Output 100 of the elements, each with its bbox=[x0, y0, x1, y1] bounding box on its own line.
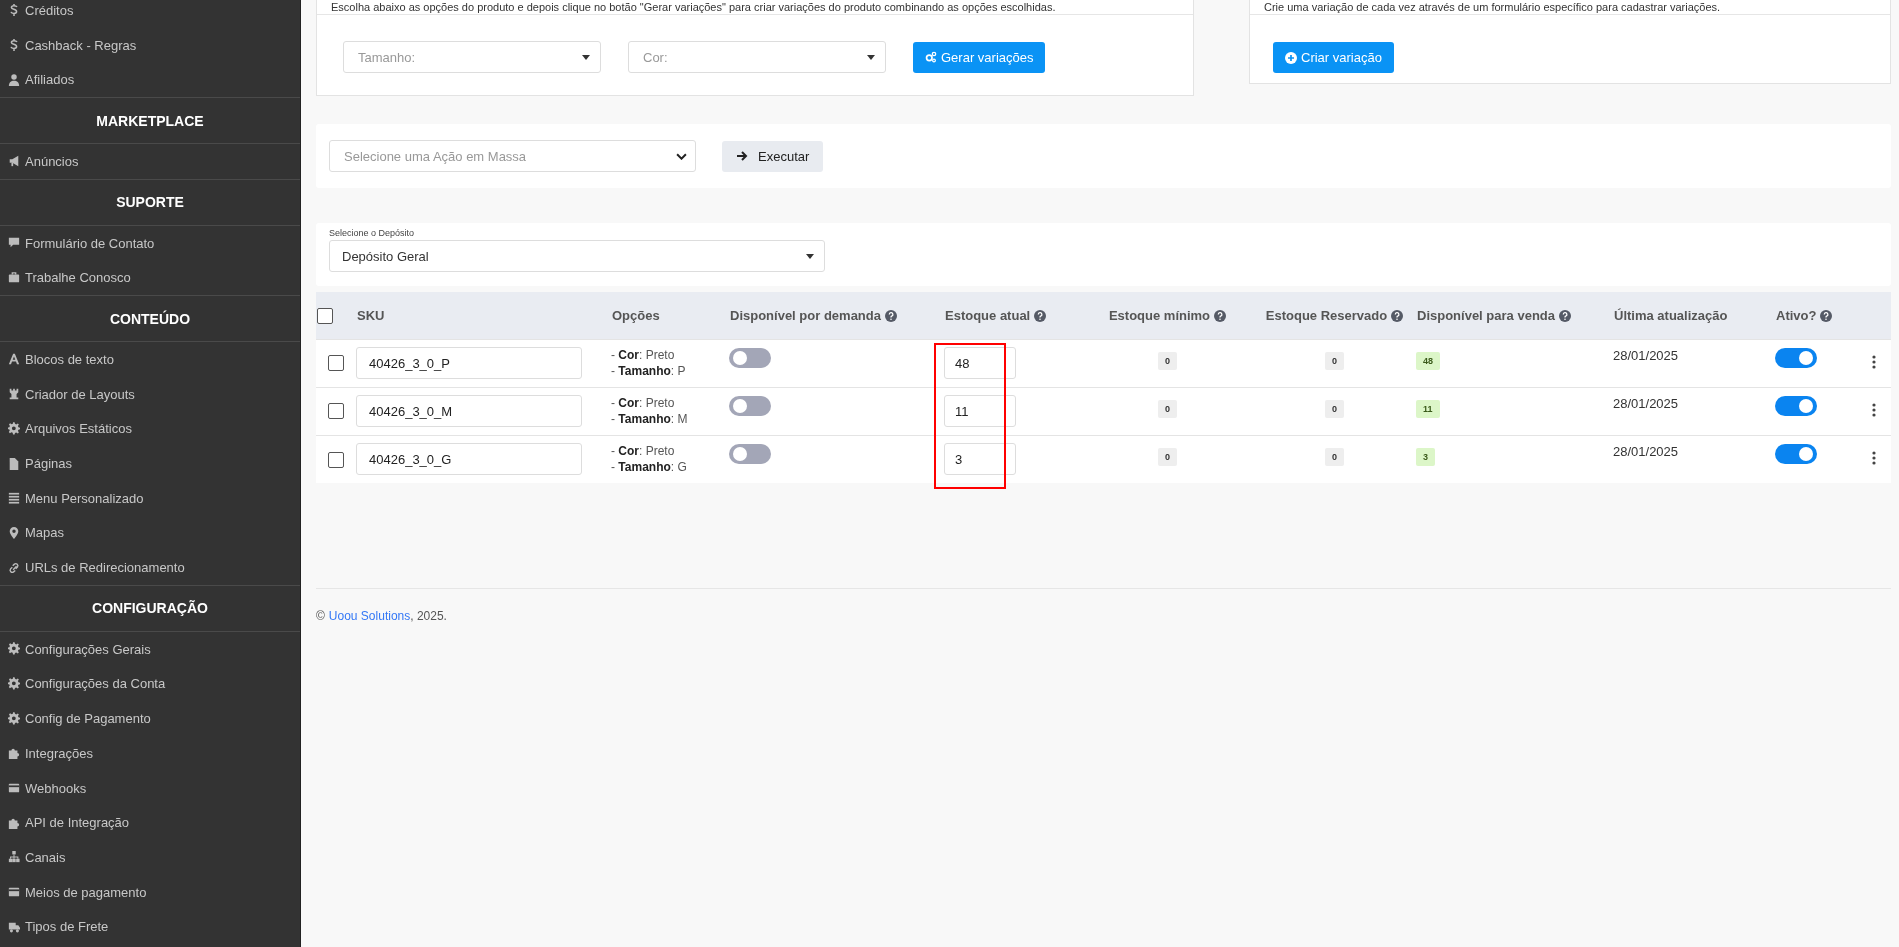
sidebar-item[interactable]: Afiliados bbox=[0, 62, 300, 98]
option-text: - Cor: Preto bbox=[611, 347, 676, 363]
date-cell: 28/01/2025 bbox=[1613, 435, 1775, 483]
section-heading: CONTEÚDO bbox=[0, 295, 300, 343]
gear-icon bbox=[8, 642, 20, 657]
stock-field[interactable]: 48 bbox=[944, 347, 1016, 379]
option-text: - Cor: Preto bbox=[611, 395, 676, 411]
toggle-switch[interactable] bbox=[729, 347, 771, 368]
count-badge: 0 bbox=[1158, 447, 1177, 466]
sidebar-item[interactable]: Créditos bbox=[0, 0, 300, 28]
option-text: - Tamanho: M bbox=[611, 411, 689, 427]
more-vertical-icon bbox=[1872, 450, 1876, 465]
count-badge: 0 bbox=[1325, 399, 1344, 418]
column-header: Disponível por demanda bbox=[730, 308, 881, 324]
column-header: Ativo? bbox=[1776, 308, 1817, 324]
sidebar-item[interactable]: Menu Personalizado bbox=[0, 480, 300, 516]
plus-circle-icon bbox=[1285, 51, 1297, 64]
execute-button[interactable]: Executar bbox=[722, 140, 824, 172]
toggle-switch[interactable] bbox=[1775, 395, 1817, 416]
sidebar-item[interactable]: Configurações Gerais bbox=[0, 631, 300, 667]
column-header: Estoque atual bbox=[945, 308, 1031, 324]
checkbox[interactable] bbox=[317, 307, 333, 324]
sidebar-item[interactable]: API de Integração bbox=[0, 805, 300, 841]
more-vertical-icon bbox=[1872, 402, 1876, 417]
user-icon bbox=[8, 72, 20, 87]
arrow-right-icon bbox=[736, 150, 748, 162]
section-heading: MARKETPLACE bbox=[0, 97, 300, 145]
sidebar-item[interactable]: Meios de pagamento bbox=[0, 874, 300, 910]
count-badge: 0 bbox=[1158, 351, 1177, 370]
count-badge: 3 bbox=[1416, 447, 1435, 466]
caret-icon bbox=[582, 54, 590, 60]
megaphone-icon bbox=[8, 154, 20, 169]
sidebar-item[interactable]: Anúncios bbox=[0, 144, 300, 179]
count-badge: 0 bbox=[1158, 399, 1177, 418]
column-header: Estoque mínimo bbox=[1108, 308, 1211, 324]
column-header: SKU bbox=[357, 308, 385, 324]
sku-field[interactable]: 40426_3_0_G bbox=[356, 443, 582, 476]
sidebar-item[interactable]: Webhooks bbox=[0, 770, 300, 806]
sidebar-item[interactable]: Criador de Layouts bbox=[0, 376, 300, 412]
sidebar-item[interactable]: Páginas bbox=[0, 446, 300, 481]
field-label: Selecione o Depósito bbox=[329, 228, 416, 238]
letter-a-icon bbox=[8, 352, 20, 367]
toggle-switch[interactable] bbox=[1775, 347, 1817, 368]
link-icon bbox=[8, 560, 20, 575]
sidebar-item[interactable]: Arquivos Estáticos bbox=[0, 411, 300, 447]
option-text: - Tamanho: P bbox=[611, 363, 687, 379]
checkbox[interactable] bbox=[328, 451, 344, 468]
dollar-icon bbox=[8, 38, 20, 53]
card-description: Crie uma variação de cada vez através de um formulário específico para cadastrar variações. bbox=[1250, 0, 1890, 15]
column-header: Disponível para venda bbox=[1417, 308, 1555, 324]
checkbox[interactable] bbox=[328, 355, 344, 372]
date-cell: 28/01/2025 bbox=[1613, 339, 1775, 387]
toggle-switch[interactable] bbox=[729, 443, 771, 464]
sidebar-item[interactable]: Integrações bbox=[0, 736, 300, 771]
toggle-switch[interactable] bbox=[1775, 443, 1817, 464]
puzzle-icon bbox=[8, 746, 20, 761]
more-vertical-icon bbox=[1872, 354, 1876, 369]
gears-icon bbox=[925, 51, 937, 63]
stock-field[interactable]: 3 bbox=[944, 443, 1016, 476]
file-icon bbox=[8, 456, 20, 471]
sidebar-item[interactable]: Trabalhe Conosco bbox=[0, 260, 300, 296]
warehouse-select[interactable]: Depósito Geral bbox=[329, 240, 825, 272]
card-description: Escolha abaixo as opções do produto e depois clique no botão "Gerar variações" para criar variações do produto combinando as opções escolhidas. bbox=[317, 0, 1193, 15]
sidebar-item[interactable]: URLs de Redirecionamento bbox=[0, 550, 300, 585]
checkbox[interactable] bbox=[328, 403, 344, 420]
sitemap-icon bbox=[8, 850, 20, 865]
option-text: - Tamanho: G bbox=[611, 459, 688, 476]
sidebar-item[interactable]: Blocos de texto bbox=[0, 342, 300, 377]
sidebar-item[interactable]: Config de Pagamento bbox=[0, 701, 300, 736]
sidebar-item[interactable]: Configurações da Conta bbox=[0, 666, 300, 702]
caret-icon bbox=[806, 253, 814, 259]
count-badge: 0 bbox=[1325, 447, 1344, 466]
toggle-switch[interactable] bbox=[729, 395, 771, 416]
gear-icon bbox=[8, 711, 20, 726]
column-header: Última atualização bbox=[1614, 308, 1728, 324]
sidebar-item[interactable]: Formulário de Contato bbox=[0, 225, 300, 261]
sidebar-item[interactable]: Tipos de Frete bbox=[0, 909, 300, 945]
sku-field[interactable]: 40426_3_0_P bbox=[356, 347, 582, 379]
chevron-down-icon bbox=[676, 152, 687, 160]
briefcase-icon bbox=[8, 270, 20, 285]
list-icon bbox=[8, 491, 20, 506]
column-header: Estoque Reservado bbox=[1265, 308, 1388, 324]
rook-icon bbox=[8, 387, 20, 402]
sku-field[interactable]: 40426_3_0_M bbox=[356, 395, 582, 427]
section-heading: CONFIGURAÇÃO bbox=[0, 584, 300, 632]
section-heading: SUPORTE bbox=[0, 178, 300, 226]
count-badge: 11 bbox=[1416, 399, 1440, 418]
copyright-text: © bbox=[316, 609, 325, 623]
sidebar-item[interactable]: Canais bbox=[0, 840, 300, 875]
copyright-text: , 2025. bbox=[410, 609, 447, 623]
count-badge: 0 bbox=[1325, 351, 1344, 370]
option-text: - Cor: Preto bbox=[611, 443, 676, 460]
stock-field[interactable]: 11 bbox=[944, 395, 1016, 427]
count-badge: 48 bbox=[1416, 351, 1440, 370]
sidebar-item[interactable]: Cashback - Regras bbox=[0, 27, 300, 63]
column-header: Opções bbox=[612, 308, 660, 324]
dollar-icon bbox=[8, 3, 20, 18]
sidebar-item[interactable]: Mapas bbox=[0, 515, 300, 551]
map-pin-icon bbox=[8, 525, 20, 540]
gear-icon bbox=[8, 676, 20, 691]
